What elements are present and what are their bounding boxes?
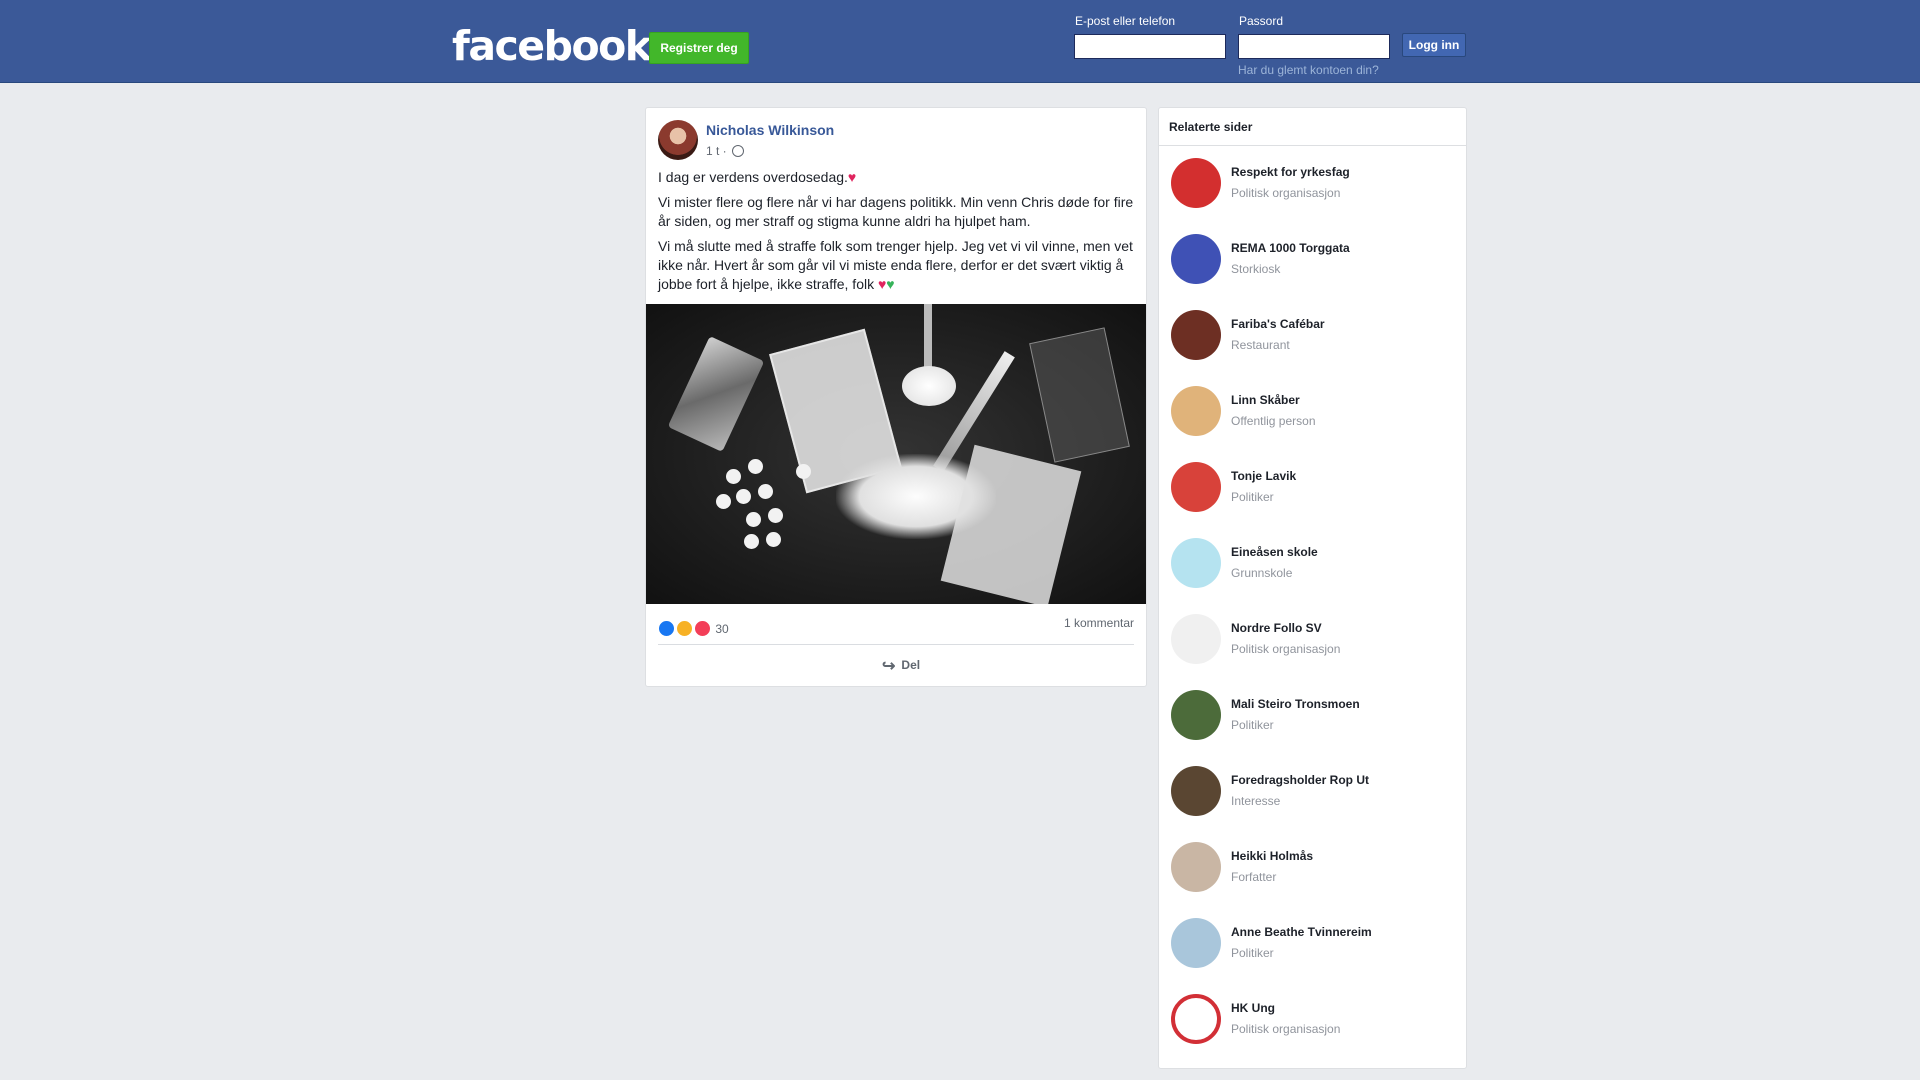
related-page-item[interactable]: Fariba's Cafébar Restaurant: [1171, 310, 1461, 366]
page-category: Politiker: [1231, 946, 1274, 960]
reaction-summary[interactable]: 30: [658, 620, 729, 637]
divider: [1159, 145, 1466, 146]
page-category: Storkiosk: [1231, 262, 1281, 276]
pill-shape: [744, 534, 759, 549]
related-page-item[interactable]: Mali Steiro Tronsmoen Politiker: [1171, 690, 1461, 746]
page-name[interactable]: Mali Steiro Tronsmoen: [1231, 697, 1360, 711]
post-author[interactable]: Nicholas Wilkinson: [706, 122, 834, 138]
forgot-account-link[interactable]: Har du glemt kontoen din?: [1238, 63, 1379, 77]
post-time[interactable]: 1 t: [706, 144, 719, 158]
login-button[interactable]: Logg inn: [1402, 33, 1466, 57]
globe-icon: [732, 145, 745, 157]
related-page-item[interactable]: Tonje Lavik Politiker: [1171, 462, 1461, 518]
green-heart-emoji: ♥: [886, 276, 895, 292]
pill-bag-shape: [1029, 327, 1130, 463]
pill-shape: [716, 494, 731, 509]
spoon-handle-shape: [924, 304, 932, 369]
page-avatar[interactable]: [1171, 690, 1221, 740]
author-avatar[interactable]: [658, 120, 698, 160]
reaction-count: 30: [715, 622, 729, 636]
page-category: Forfatter: [1231, 870, 1277, 884]
page-name[interactable]: Fariba's Cafébar: [1231, 317, 1325, 331]
related-page-item[interactable]: Nordre Follo SV Politisk organisasjon: [1171, 614, 1461, 670]
page-avatar[interactable]: [1171, 614, 1221, 664]
page-name[interactable]: Foredragsholder Rop Ut: [1231, 773, 1369, 787]
page-name[interactable]: REMA 1000 Torggata: [1231, 241, 1350, 255]
pill-shape: [736, 489, 751, 504]
page-category: Politiker: [1231, 718, 1274, 732]
post-text: I dag er verdens overdosedag.♥ Vi mister…: [658, 168, 1136, 300]
post-paragraph: Vi må slutte med å straffe folk som tren…: [658, 238, 1133, 292]
page-avatar[interactable]: [1171, 386, 1221, 436]
related-page-item[interactable]: HK Ung Politisk organisasjon: [1171, 994, 1461, 1050]
password-field[interactable]: [1238, 34, 1390, 59]
pill-shape: [748, 459, 763, 474]
related-page-item[interactable]: Eineåsen skole Grunnskole: [1171, 538, 1461, 594]
page-avatar[interactable]: [1171, 310, 1221, 360]
page-category: Politiker: [1231, 490, 1274, 504]
page-name[interactable]: Anne Beathe Tvinnereim: [1231, 925, 1372, 939]
page-avatar[interactable]: [1171, 462, 1221, 512]
page-avatar[interactable]: [1171, 234, 1221, 284]
page-name[interactable]: Eineåsen skole: [1231, 545, 1318, 559]
related-page-item[interactable]: Respekt for yrkesfag Politisk organisasj…: [1171, 158, 1461, 214]
page-category: Politisk organisasjon: [1231, 1022, 1341, 1036]
page-avatar[interactable]: [1171, 158, 1221, 208]
password-label: Passord: [1239, 14, 1284, 28]
post-card: Nicholas Wilkinson 1 t · I dag er verden…: [645, 107, 1147, 687]
page-category: Interesse: [1231, 794, 1281, 808]
pill-shape: [746, 512, 761, 527]
page-name[interactable]: Linn Skåber: [1231, 393, 1300, 407]
love-reaction-icon: [694, 620, 711, 637]
pill-shape: [726, 469, 741, 484]
related-page-item[interactable]: Anne Beathe Tvinnereim Politiker: [1171, 918, 1461, 974]
share-button[interactable]: ↪ Del: [882, 656, 920, 676]
top-navigation-bar: facebook Registrer deg E-post eller tele…: [0, 0, 1920, 83]
page-category: Grunnskole: [1231, 566, 1293, 580]
red-heart-emoji: ♥: [847, 169, 857, 185]
page-avatar[interactable]: [1171, 538, 1221, 588]
page-name[interactable]: Heikki Holmås: [1231, 849, 1313, 863]
pill-shape: [796, 464, 811, 479]
page-avatar[interactable]: [1171, 994, 1221, 1044]
page-category: Offentlig person: [1231, 414, 1316, 428]
facebook-logo[interactable]: facebook: [452, 22, 652, 70]
related-page-item[interactable]: Heikki Holmås Forfatter: [1171, 842, 1461, 898]
page-avatar[interactable]: [1171, 766, 1221, 816]
related-page-item[interactable]: Foredragsholder Rop Ut Interesse: [1171, 766, 1461, 822]
page-name[interactable]: HK Ung: [1231, 1001, 1275, 1015]
spoon-shape: [902, 366, 956, 406]
post-paragraph: Vi mister flere og flere når vi har dage…: [658, 194, 1134, 229]
share-arrow-icon: ↪: [882, 658, 896, 675]
post-photo[interactable]: [646, 304, 1146, 604]
page-avatar[interactable]: [1171, 918, 1221, 968]
page-name[interactable]: Respekt for yrkesfag: [1231, 165, 1350, 179]
post-paragraph: I dag er verdens overdosedag.♥: [658, 169, 857, 185]
comment-count-link[interactable]: 1 kommentar: [1064, 616, 1134, 630]
related-pages-title: Relaterte sider: [1169, 120, 1253, 134]
register-button[interactable]: Registrer deg: [649, 32, 749, 64]
pill-shape: [768, 508, 783, 523]
related-page-item[interactable]: REMA 1000 Torggata Storkiosk: [1171, 234, 1461, 290]
related-pages-panel: Relaterte sider Respekt for yrkesfag Pol…: [1158, 107, 1467, 1069]
page-category: Politisk organisasjon: [1231, 186, 1341, 200]
related-page-item[interactable]: Linn Skåber Offentlig person: [1171, 386, 1461, 442]
post-meta: 1 t ·: [706, 144, 745, 158]
pill-shape: [758, 484, 773, 499]
email-label: E-post eller telefon: [1075, 14, 1176, 28]
page-name[interactable]: Tonje Lavik: [1231, 469, 1296, 483]
page-category: Politisk organisasjon: [1231, 642, 1341, 656]
page-name[interactable]: Nordre Follo SV: [1231, 621, 1322, 635]
lighter-shape: [667, 336, 765, 452]
page-avatar[interactable]: [1171, 842, 1221, 892]
care-reaction-icon: [676, 620, 693, 637]
divider: [658, 644, 1134, 645]
email-field[interactable]: [1074, 34, 1226, 59]
page-category: Restaurant: [1231, 338, 1290, 352]
like-reaction-icon: [658, 620, 675, 637]
pill-shape: [766, 532, 781, 547]
